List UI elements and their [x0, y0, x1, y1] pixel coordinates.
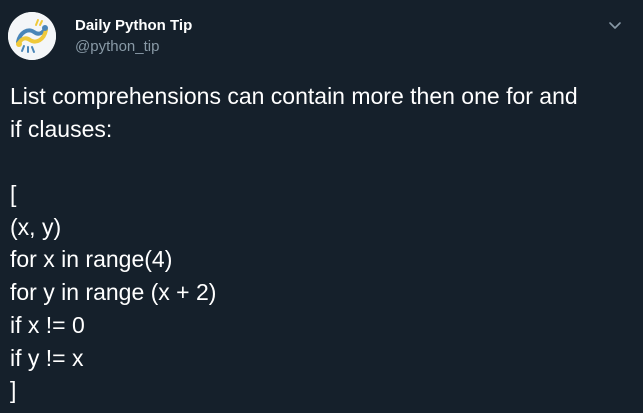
code-line: [: [10, 181, 17, 208]
code-line: for x in range(4): [10, 246, 173, 273]
code-line: if y != x: [10, 344, 84, 371]
tweet-text-line: [10, 145, 638, 178]
code-line: ]: [10, 377, 17, 404]
tweet-menu-button[interactable]: [608, 18, 622, 32]
avatar[interactable]: [8, 12, 56, 60]
tweet-card[interactable]: Daily Python Tip @python_tip List compre…: [0, 0, 643, 413]
code-line: (x, y): [10, 213, 62, 240]
author-name[interactable]: Daily Python Tip: [75, 17, 192, 34]
tweet-text: List comprehensions can contain more the…: [10, 80, 638, 407]
code-line: for y in range (x + 2): [10, 279, 217, 306]
chevron-down-icon: [609, 22, 621, 29]
python-logo-icon: [8, 12, 56, 60]
author-handle[interactable]: @python_tip: [75, 38, 159, 55]
tweet-text-line: if clauses:: [10, 115, 113, 142]
tweet-text-line: List comprehensions can contain more the…: [10, 83, 578, 109]
code-line: if x != 0: [10, 311, 85, 338]
